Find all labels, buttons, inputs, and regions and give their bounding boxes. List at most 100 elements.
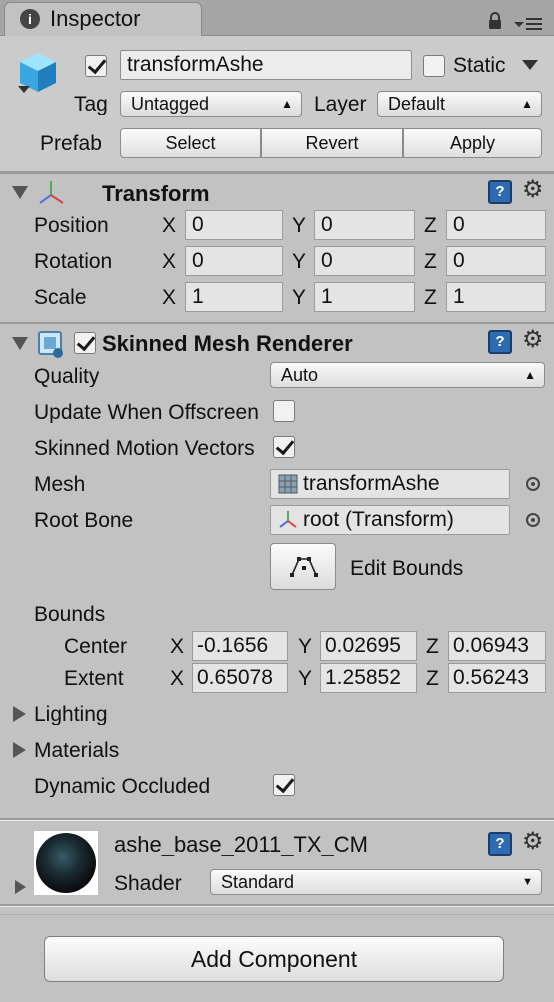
- divider-highlight: [0, 820, 554, 821]
- help-icon[interactable]: ?: [488, 180, 512, 204]
- active-checkbox[interactable]: [85, 55, 107, 77]
- center-y-field[interactable]: 0.02695: [320, 631, 417, 661]
- divider: [0, 914, 554, 915]
- axis-z-label[interactable]: Z: [424, 251, 437, 272]
- scale-y-field[interactable]: 1: [314, 282, 415, 312]
- gear-icon[interactable]: ⚙: [522, 178, 544, 202]
- rotation-z-field[interactable]: 0: [446, 246, 546, 276]
- scale-z-field[interactable]: 1: [446, 282, 546, 312]
- axis-x-label[interactable]: X: [162, 287, 176, 308]
- edit-bounds-icon: [290, 557, 318, 577]
- gear-icon[interactable]: ⚙: [522, 830, 544, 854]
- lock-icon[interactable]: [488, 12, 502, 30]
- scale-x-field[interactable]: 1: [185, 282, 283, 312]
- axis-y-label[interactable]: Y: [292, 251, 306, 272]
- motion-vectors-checkbox[interactable]: [273, 436, 295, 458]
- rotation-label: Rotation: [34, 251, 113, 272]
- smr-title: Skinned Mesh Renderer: [102, 333, 353, 355]
- context-menu-icon[interactable]: [514, 14, 544, 32]
- layer-value: Default: [388, 94, 446, 114]
- shader-dropdown[interactable]: Standard ▼: [210, 869, 542, 895]
- extent-y-field[interactable]: 1.25852: [320, 663, 417, 693]
- dynamic-occluded-checkbox[interactable]: [273, 774, 295, 796]
- transform-axes-icon: [279, 511, 297, 528]
- center-x-field[interactable]: -0.1656: [192, 631, 288, 661]
- position-y-field[interactable]: 0: [314, 210, 415, 240]
- quality-label: Quality: [34, 366, 100, 387]
- update-offscreen-checkbox[interactable]: [273, 400, 295, 422]
- material-preview[interactable]: [34, 831, 98, 895]
- layer-dropdown[interactable]: Default ▲︎: [377, 91, 542, 117]
- center-z-field[interactable]: 0.06943: [448, 631, 546, 661]
- transform-axes-icon: [39, 181, 64, 204]
- smr-foldout-icon[interactable]: [12, 337, 28, 350]
- lighting-foldout-icon[interactable]: [13, 706, 26, 722]
- lighting-label[interactable]: Lighting: [34, 704, 108, 725]
- transform-title: Transform: [102, 183, 210, 205]
- extent-x-field[interactable]: 0.65078: [192, 663, 288, 693]
- object-name-field[interactable]: transformAshe: [120, 50, 412, 80]
- dropdown-arrow-icon: ▼: [522, 876, 533, 888]
- object-picker-icon[interactable]: [526, 513, 540, 527]
- extent-z-field[interactable]: 0.56243: [448, 663, 546, 693]
- root-bone-label: Root Bone: [34, 510, 134, 531]
- mesh-value: transformAshe: [303, 472, 440, 495]
- skinned-mesh-icon: [38, 331, 63, 358]
- position-label: Position: [34, 215, 109, 236]
- rotation-x-field[interactable]: 0: [185, 246, 283, 276]
- axis-y-label[interactable]: Y: [292, 215, 306, 236]
- mesh-field[interactable]: transformAshe: [270, 469, 510, 499]
- gear-icon[interactable]: ⚙: [522, 328, 544, 352]
- edit-bounds-button[interactable]: [270, 543, 336, 590]
- axis-z-label[interactable]: Z: [426, 636, 439, 657]
- material-name: ashe_base_2011_TX_CM: [114, 834, 368, 856]
- static-dropdown-arrow-icon[interactable]: [522, 60, 538, 70]
- center-label: Center: [64, 636, 128, 657]
- dropdown-arrows-icon: ▲︎: [524, 368, 536, 382]
- static-checkbox[interactable]: [423, 55, 445, 77]
- axis-x-label[interactable]: X: [170, 636, 184, 657]
- axis-y-label[interactable]: Y: [298, 636, 312, 657]
- gameobject-cube-icon: [18, 53, 56, 93]
- axis-x-label[interactable]: X: [162, 215, 176, 236]
- motion-vectors-label: Skinned Motion Vectors: [34, 438, 255, 459]
- axis-z-label[interactable]: Z: [424, 287, 437, 308]
- axis-y-label[interactable]: Y: [292, 287, 306, 308]
- axis-z-label[interactable]: Z: [426, 668, 439, 689]
- help-icon[interactable]: ?: [488, 832, 512, 856]
- root-bone-field[interactable]: root (Transform): [270, 505, 510, 535]
- mesh-grid-icon: [278, 474, 298, 494]
- prefab-apply-button[interactable]: Apply: [403, 128, 542, 158]
- rotation-y-field[interactable]: 0: [314, 246, 415, 276]
- quality-dropdown[interactable]: Auto ▲︎: [270, 362, 545, 388]
- position-z-field[interactable]: 0: [446, 210, 546, 240]
- axis-x-label[interactable]: X: [162, 251, 176, 272]
- axis-z-label[interactable]: Z: [424, 215, 437, 236]
- smr-enabled-checkbox[interactable]: [74, 332, 96, 354]
- divider: [0, 172, 554, 174]
- transform-foldout-icon[interactable]: [12, 186, 28, 199]
- materials-label[interactable]: Materials: [34, 740, 119, 761]
- layer-label: Layer: [314, 94, 367, 115]
- help-icon[interactable]: ?: [488, 330, 512, 354]
- shader-label: Shader: [114, 873, 182, 894]
- materials-foldout-icon[interactable]: [13, 742, 26, 758]
- root-bone-value: root (Transform): [303, 508, 454, 531]
- material-sphere-thumbnail: [36, 833, 96, 893]
- position-x-field[interactable]: 0: [185, 210, 283, 240]
- divider: [0, 322, 554, 324]
- add-component-button[interactable]: Add Component: [44, 936, 504, 982]
- tag-value: Untagged: [131, 94, 210, 114]
- axis-x-label[interactable]: X: [170, 668, 184, 689]
- tag-label: Tag: [74, 94, 108, 115]
- tab-title: Inspector: [50, 8, 141, 30]
- axis-y-label[interactable]: Y: [298, 668, 312, 689]
- material-foldout-icon[interactable]: [15, 880, 26, 894]
- prefab-select-button[interactable]: Select: [120, 128, 261, 158]
- extent-label: Extent: [64, 668, 124, 689]
- tag-dropdown[interactable]: Untagged ▲︎: [120, 91, 302, 117]
- prefab-revert-button[interactable]: Revert: [261, 128, 403, 158]
- divider-highlight: [0, 906, 554, 907]
- static-label: Static: [453, 55, 506, 76]
- object-picker-icon[interactable]: [526, 477, 540, 491]
